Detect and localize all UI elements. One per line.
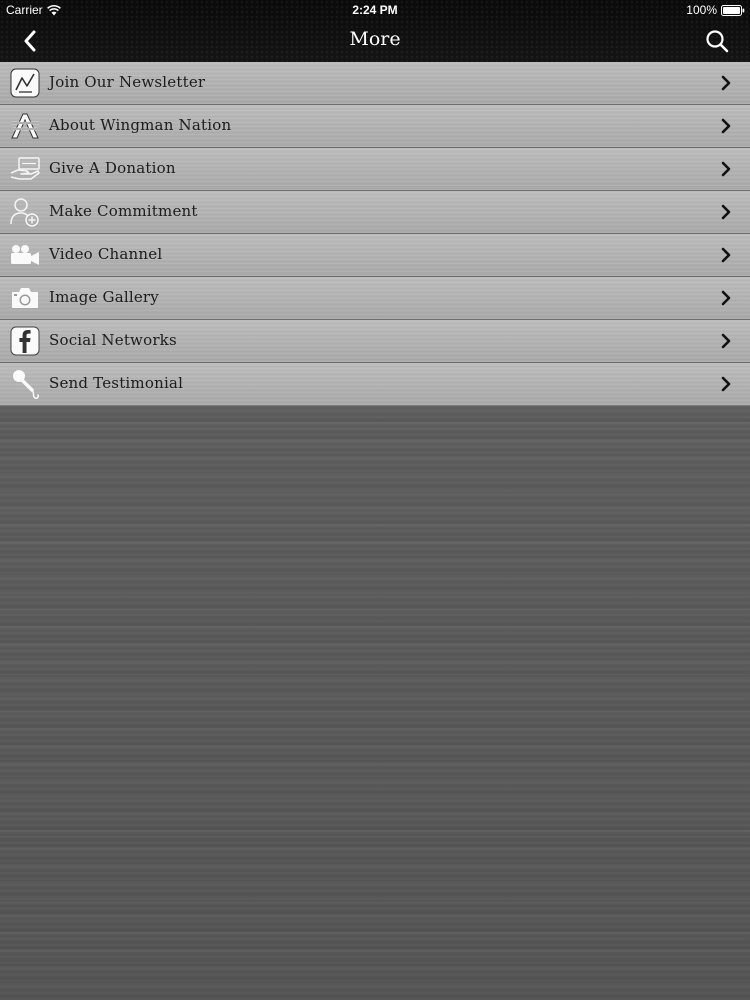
menu-item-label: About Wingman Nation: [49, 116, 232, 134]
menu-item-testimonial[interactable]: Send Testimonial: [0, 363, 750, 406]
menu-item-label: Send Testimonial: [49, 374, 184, 392]
battery-percent: 100%: [686, 3, 717, 17]
menu-item-label: Image Gallery: [49, 288, 159, 306]
status-time: 2:24 PM: [352, 3, 398, 17]
microphone-icon: [9, 368, 41, 400]
menu-item-label: Video Channel: [49, 245, 163, 263]
chevron-right-icon: [721, 376, 731, 392]
chevron-right-icon: [721, 118, 731, 134]
video-camera-icon: [9, 239, 41, 271]
menu-item-label: Give A Donation: [49, 159, 176, 177]
facebook-icon: [9, 325, 41, 357]
add-user-icon: [9, 196, 41, 228]
search-icon: [706, 30, 729, 53]
menu-item-about[interactable]: About Wingman Nation: [0, 105, 750, 148]
status-battery: 100%: [686, 3, 745, 17]
search-button[interactable]: [702, 26, 732, 56]
menu-item-newsletter[interactable]: Join Our Newsletter: [0, 62, 750, 105]
more-screen: Carrier 2:24 PM 100% More Join Our Newsl…: [0, 0, 750, 1000]
newsletter-icon: [9, 67, 41, 99]
status-bar: Carrier 2:24 PM 100%: [0, 0, 750, 20]
menu-item-gallery[interactable]: Image Gallery: [0, 277, 750, 320]
top-bar: Carrier 2:24 PM 100% More: [0, 0, 750, 62]
donation-icon: [9, 153, 41, 185]
menu-item-social[interactable]: Social Networks: [0, 320, 750, 363]
chevron-right-icon: [721, 204, 731, 220]
chevron-right-icon: [721, 333, 731, 349]
chevron-right-icon: [721, 161, 731, 177]
chevron-right-icon: [721, 247, 731, 263]
chevron-right-icon: [721, 75, 731, 91]
menu-item-label: Social Networks: [49, 331, 177, 349]
menu-item-label: Make Commitment: [49, 202, 198, 220]
menu-item-donation[interactable]: Give A Donation: [0, 148, 750, 191]
menu-item-label: Join Our Newsletter: [49, 73, 206, 91]
chevron-right-icon: [721, 290, 731, 306]
menu-item-video[interactable]: Video Channel: [0, 234, 750, 277]
battery-icon: [721, 4, 745, 16]
nav-bar: More: [0, 20, 750, 62]
camera-icon: [9, 282, 41, 314]
more-menu: Join Our Newsletter About Wingman Nation: [0, 62, 750, 406]
menu-item-commitment[interactable]: Make Commitment: [0, 191, 750, 234]
page-title: More: [349, 28, 401, 50]
about-icon: [9, 110, 41, 142]
